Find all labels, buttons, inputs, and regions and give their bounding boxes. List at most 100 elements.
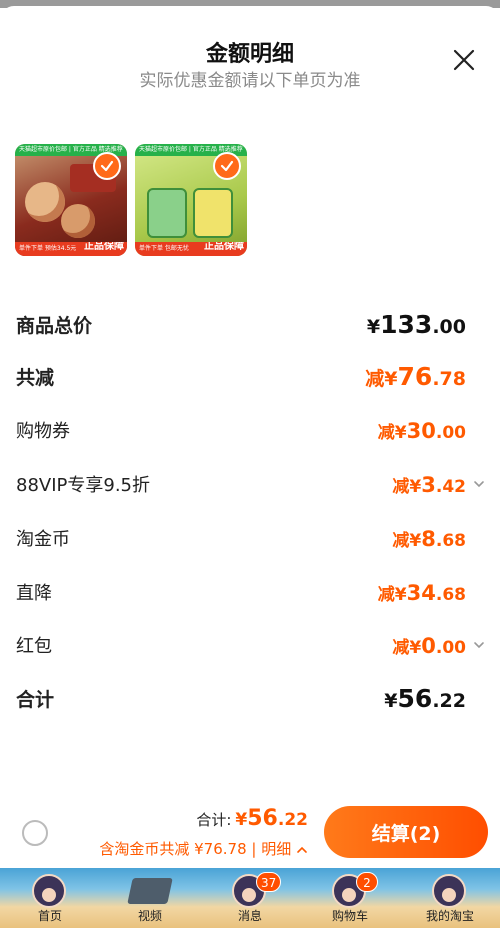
tab-label: 我的淘宝 [425, 909, 474, 923]
value-dec: .00 [432, 315, 466, 338]
bottom-tab-bar: 首页 视频 37 消息 2 购物车 我的淘宝 [0, 868, 500, 928]
sheet-subtitle: 实际优惠金额请以下单页为准 [139, 71, 361, 91]
row-label: 共减 [16, 366, 55, 389]
cart-badge: 2 [356, 872, 378, 892]
close-icon[interactable] [452, 48, 476, 72]
value-prefix: ¥ [384, 689, 398, 712]
check-icon[interactable] [213, 152, 241, 180]
checkout-button[interactable]: 结算(2) [324, 806, 488, 858]
value-int: 76 [397, 361, 433, 391]
value-dec: .00 [435, 422, 466, 443]
chevron-up-icon [297, 846, 307, 853]
row-label: 红包 [16, 636, 52, 657]
row-label: 商品总价 [16, 314, 93, 337]
footer-total: 合计: ¥56.22 [196, 806, 308, 831]
discount-detail-link[interactable]: 含淘金币共减 ¥76.78 | 明细 [99, 838, 308, 859]
product-bottom-tag-text: 单件下单 预估34.5元 [19, 245, 77, 252]
value-prefix: ¥ [366, 315, 381, 338]
value-int: 8 [421, 526, 436, 551]
value-int: 3 [421, 472, 436, 497]
value-dec: .00 [435, 637, 466, 658]
product-image-decoration [25, 182, 65, 222]
row-value-wrap: ¥133.00 [367, 310, 486, 339]
product-thumbnails: 天猫超市原价包邮 | 官方正品 精选推荐 单件下单 预估34.5元 正品保障 天… [15, 144, 247, 256]
tab-messages[interactable]: 37 消息 [200, 868, 300, 928]
row-item-total: 商品总价 ¥133.00 [16, 304, 486, 344]
product-bottom-tag: 单件下单 预估34.5元 正品保障 [15, 242, 127, 256]
profile-avatar-icon [432, 874, 466, 908]
value-int: 30 [406, 418, 436, 443]
row-value-wrap: 减¥ 3.42 [392, 472, 486, 497]
check-icon[interactable] [93, 152, 121, 180]
footer-total-int: 56 [247, 806, 278, 831]
row-label: 淘金币 [16, 529, 70, 550]
footer-total-label: 合计: [196, 811, 232, 829]
row-shopping-voucher: 购物券 减¥ 30.00 [16, 410, 486, 450]
amount-detail-sheet: 金额明细 实际优惠金额请以下单页为准 天猫超市原价包邮 | 官方正品 精选推荐 … [0, 6, 500, 928]
row-value-wrap: 减¥ 30.00 [378, 418, 486, 443]
value-int: 56 [397, 683, 433, 713]
value-dec: .78 [432, 367, 466, 390]
value-prefix: 减¥ [365, 367, 398, 390]
row-grand-total: 合计 ¥56.22 [16, 678, 486, 718]
row-value: ¥56.22 [384, 684, 466, 713]
footer-total-prefix: ¥ [235, 810, 248, 830]
row-label: 购物券 [16, 421, 70, 442]
tab-video[interactable]: 视频 [100, 868, 200, 928]
row-taojinbi: 淘金币 减¥ 8.68 [16, 518, 486, 558]
row-label: 直降 [16, 583, 52, 604]
value-int: 34 [406, 580, 436, 605]
value-dec: .22 [432, 689, 466, 712]
value-prefix: 减¥ [392, 476, 422, 497]
chevron-down-icon[interactable] [472, 477, 486, 491]
tab-my-taobao[interactable]: 我的淘宝 [400, 868, 500, 928]
tab-label: 购物车 [331, 909, 368, 923]
product-image-decoration [193, 188, 233, 238]
chevron-down-icon[interactable] [472, 638, 486, 652]
row-88vip-discount[interactable]: 88VIP专享9.5折 减¥ 3.42 [16, 464, 486, 504]
row-value-wrap: 减¥ 76.78 [365, 362, 486, 391]
sheet-title: 金额明细 [205, 42, 294, 67]
product-bottom-tag-text: 单件下单 包邮无忧 [139, 245, 189, 252]
messages-badge: 37 [256, 872, 282, 892]
value-dec: .42 [435, 476, 466, 497]
tab-label: 视频 [137, 909, 162, 923]
row-value: 减¥ 8.68 [392, 526, 466, 551]
guarantee-badge: 正品保障 [84, 242, 124, 252]
row-direct-reduction: 直降 减¥ 34.68 [16, 572, 486, 612]
tab-label: 消息 [237, 909, 262, 923]
row-value: 减¥ 30.00 [378, 418, 466, 443]
row-red-packet[interactable]: 红包 减¥ 0.00 [16, 625, 486, 665]
value-prefix: 减¥ [377, 584, 407, 605]
discount-detail-text: 含淘金币共减 ¥76.78 | 明细 [99, 840, 292, 858]
value-prefix: 减¥ [377, 422, 407, 443]
select-all-radio[interactable] [22, 820, 48, 846]
product-thumbnail[interactable]: 天猫超市原价包邮 | 官方正品 精选推荐 单件下单 预估34.5元 正品保障 [15, 144, 127, 256]
guarantee-badge: 正品保障 [204, 242, 244, 252]
row-value-wrap: 减¥ 0.00 [392, 633, 486, 658]
row-value: 减¥ 0.00 [392, 633, 466, 658]
product-thumbnail[interactable]: 天猫超市原价包邮 | 官方正品 精选推荐 单件下单 包邮无忧 正品保障 [135, 144, 247, 256]
value-dec: .68 [435, 530, 466, 551]
product-bottom-tag: 单件下单 包邮无忧 正品保障 [135, 242, 247, 256]
home-avatar-icon [32, 874, 66, 908]
row-value-wrap: 减¥ 34.68 [378, 580, 486, 605]
row-label: 88VIP专享9.5折 [16, 475, 151, 496]
row-value-wrap: 减¥ 8.68 [392, 526, 486, 551]
product-image-decoration [61, 204, 95, 238]
value-int: 0 [421, 633, 436, 658]
value-prefix: 减¥ [392, 530, 422, 551]
value-prefix: 减¥ [392, 637, 422, 658]
row-label: 合计 [16, 688, 55, 711]
value-dec: .68 [435, 584, 466, 605]
value-int: 133 [380, 309, 433, 339]
product-image-decoration [147, 188, 187, 238]
row-value: 减¥ 76.78 [365, 362, 466, 391]
tab-cart[interactable]: 2 购物车 [300, 868, 400, 928]
row-value: ¥133.00 [367, 310, 466, 339]
checkout-bar: 合计: ¥56.22 含淘金币共减 ¥76.78 | 明细 结算(2) [0, 798, 500, 868]
tab-home[interactable]: 首页 [0, 868, 100, 928]
video-icon [127, 878, 173, 904]
tab-label: 首页 [37, 909, 62, 923]
row-value-wrap: ¥56.22 [384, 684, 486, 713]
